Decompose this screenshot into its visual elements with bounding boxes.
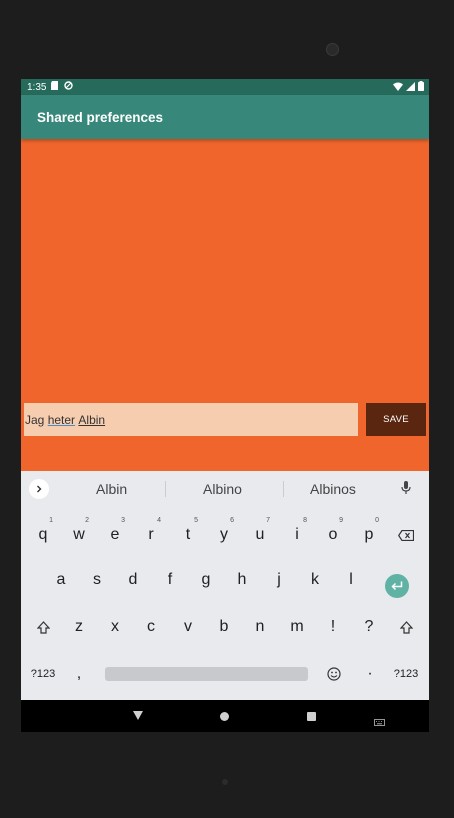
symbols-key-right[interactable]: ?123 (388, 654, 424, 694)
key-x[interactable]: x (97, 607, 133, 647)
home-icon[interactable] (220, 712, 229, 721)
key-c[interactable]: c (133, 607, 169, 647)
shift-icon (399, 620, 413, 634)
chevron-right-icon[interactable] (29, 479, 49, 499)
key-e[interactable]: e3 (97, 515, 133, 555)
emoji-key[interactable] (316, 654, 352, 694)
screen: 1:35 Shared preferences Jag heter Albin … (21, 79, 429, 732)
backspace-key[interactable] (388, 515, 424, 555)
input-word: Jag (25, 412, 45, 427)
input-word-composing: Albin (78, 412, 106, 427)
suggestion-strip: Albin Albino Albinos (21, 471, 429, 507)
app-bar: Shared preferences (21, 95, 429, 139)
suggestion-3[interactable]: Albinos (310, 481, 356, 497)
status-bar: 1:35 (21, 79, 429, 95)
key-j[interactable]: j (261, 560, 297, 600)
key-u[interactable]: u7 (242, 515, 278, 555)
recents-icon[interactable] (307, 712, 316, 721)
suggestion-divider (283, 481, 284, 497)
shift-icon (36, 620, 50, 634)
front-camera (326, 43, 339, 56)
key-comma[interactable]: , (61, 654, 97, 694)
key-f[interactable]: f (152, 560, 188, 600)
status-time: 1:35 (27, 81, 47, 93)
key-question[interactable]: ? (351, 607, 387, 647)
data-saver-icon (64, 81, 74, 93)
spacebar[interactable] (105, 667, 308, 681)
key-p[interactable]: p0 (351, 515, 387, 555)
key-v[interactable]: v (170, 607, 206, 647)
enter-icon (391, 581, 403, 591)
key-z[interactable]: z (61, 607, 97, 647)
key-period[interactable]: · (352, 654, 388, 694)
suggestion-2[interactable]: Albino (203, 481, 242, 497)
key-l[interactable]: l (333, 560, 369, 600)
key-n[interactable]: n (242, 607, 278, 647)
navigation-bar (21, 700, 429, 732)
save-button[interactable]: SAVE (366, 403, 426, 436)
key-t[interactable]: t5 (170, 515, 206, 555)
key-w[interactable]: w2 (61, 515, 97, 555)
shift-key[interactable] (25, 607, 61, 647)
main-content: Jag heter Albin SAVE (21, 139, 429, 471)
suggestion-1[interactable]: Albin (96, 481, 127, 497)
soft-keyboard: Albin Albino Albinos q1 w2 e3 r4 t5 y6 u… (21, 471, 429, 700)
key-exclamation[interactable]: ! (315, 607, 351, 647)
key-q[interactable]: q1 (25, 515, 61, 555)
key-b[interactable]: b (206, 607, 242, 647)
back-icon[interactable] (133, 711, 143, 720)
input-word-underlined: heter (47, 412, 76, 427)
enter-key[interactable] (385, 574, 409, 598)
key-m[interactable]: m (279, 607, 315, 647)
device-frame: { "status_bar": { "time": "1:35" }, "app… (0, 0, 454, 818)
emoji-icon (327, 667, 341, 681)
wifi-icon (393, 82, 403, 94)
key-g[interactable]: g (188, 560, 224, 600)
suggestion-divider (165, 481, 166, 497)
status-icons (393, 81, 424, 94)
key-d[interactable]: d (115, 560, 151, 600)
backspace-icon (398, 529, 414, 541)
shift-key-right[interactable] (388, 607, 424, 647)
battery-icon (418, 81, 424, 94)
sd-card-icon (51, 81, 59, 93)
keyboard-switch-icon[interactable] (374, 713, 385, 731)
key-i[interactable]: i8 (279, 515, 315, 555)
key-s[interactable]: s (79, 560, 115, 600)
key-y[interactable]: y6 (206, 515, 242, 555)
key-h[interactable]: h (224, 560, 260, 600)
key-a[interactable]: a (43, 560, 79, 600)
name-input[interactable]: Jag heter Albin (24, 403, 358, 436)
key-r[interactable]: r4 (133, 515, 169, 555)
microphone-icon[interactable] (401, 481, 411, 500)
device-sensor (222, 779, 228, 785)
cell-signal-icon (406, 81, 415, 94)
key-k[interactable]: k (297, 560, 333, 600)
symbols-key-left[interactable]: ?123 (25, 654, 61, 694)
app-title: Shared preferences (37, 110, 164, 125)
key-o[interactable]: o9 (315, 515, 351, 555)
